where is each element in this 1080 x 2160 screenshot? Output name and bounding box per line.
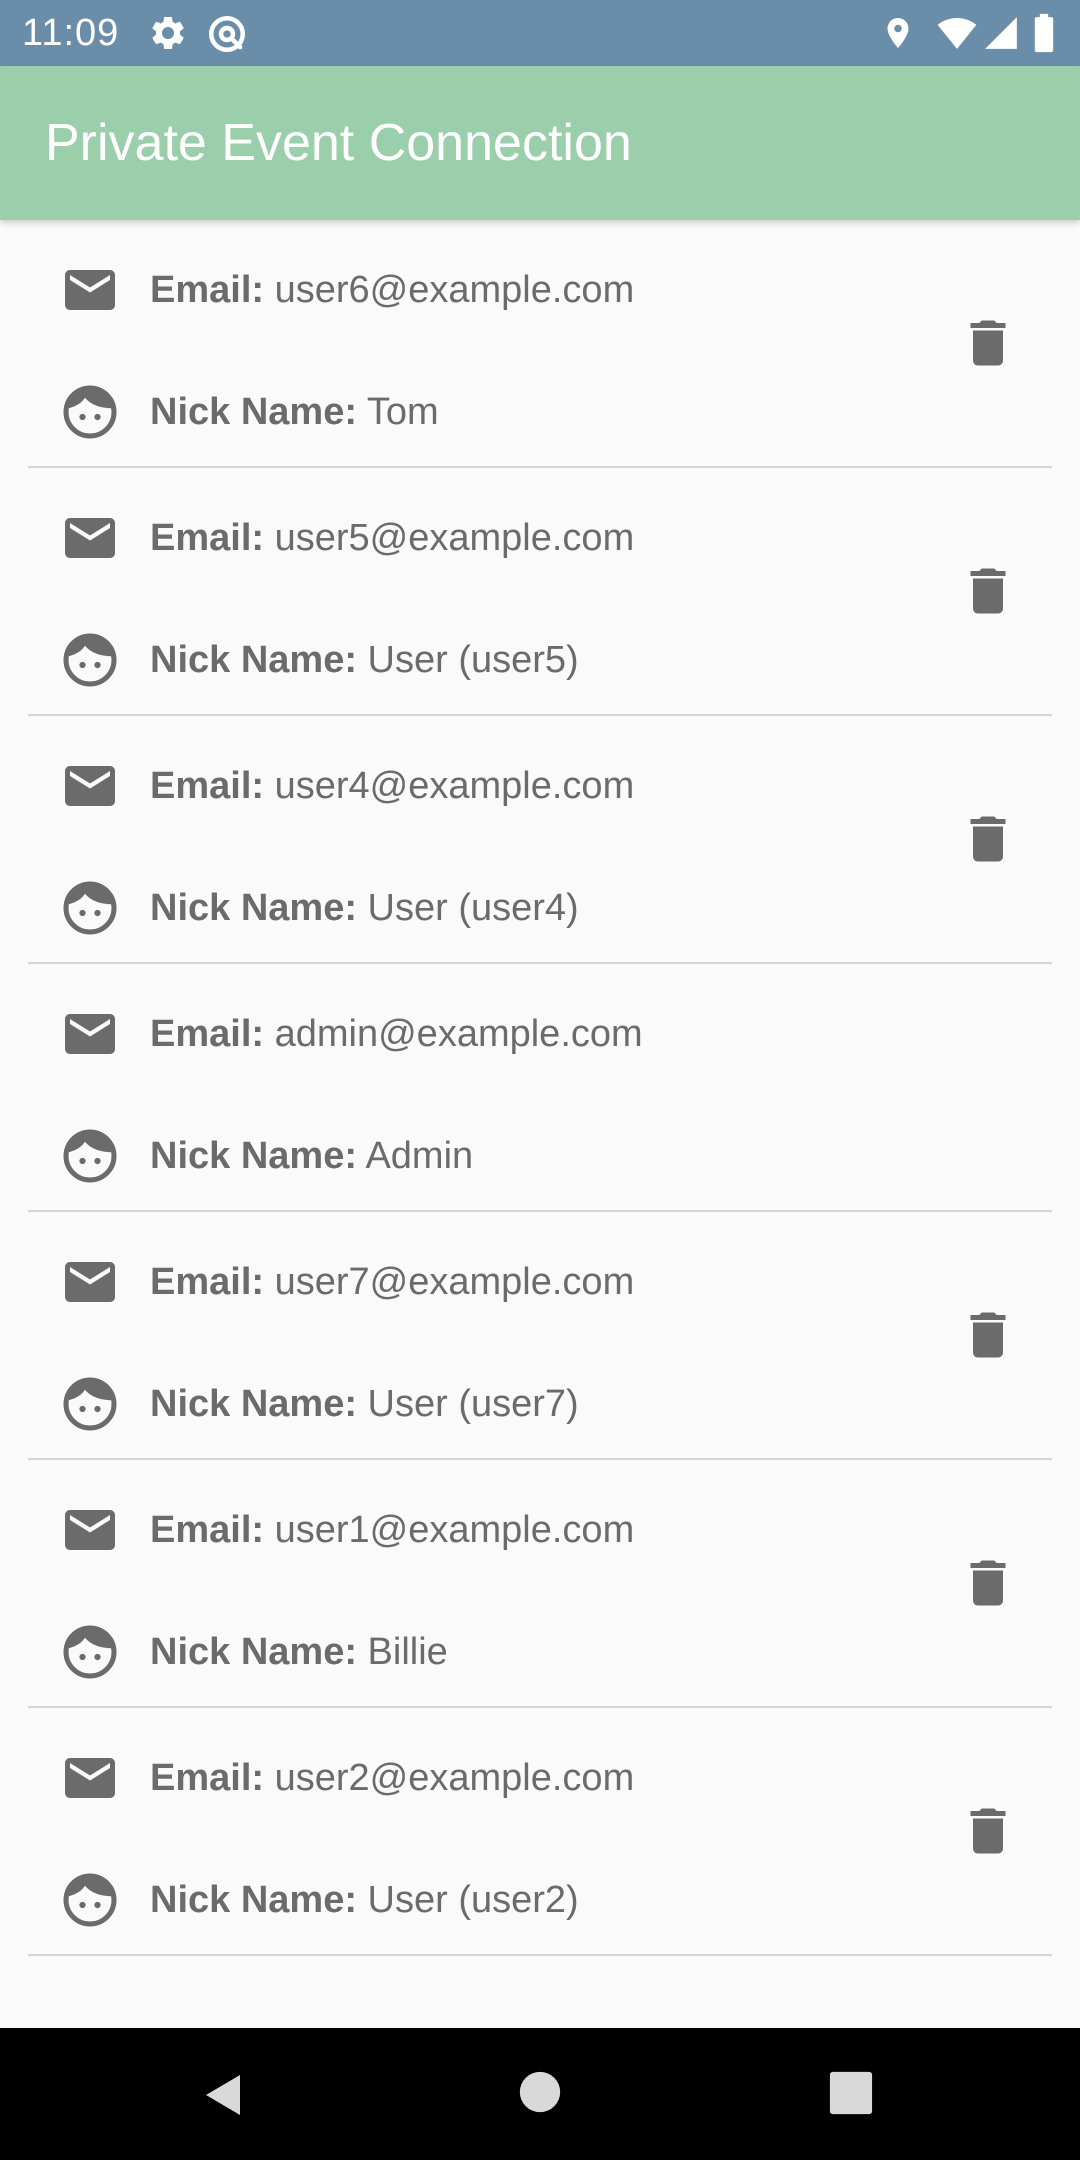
- delete-button[interactable]: [958, 1303, 1018, 1367]
- list-item[interactable]: Email: user2@example.com Nick Name: User…: [28, 1708, 1052, 1956]
- email-value: user5@example.com: [274, 517, 635, 559]
- wifi-icon: [935, 13, 979, 58]
- face-icon: [60, 1126, 120, 1186]
- list-item[interactable]: Email: user1@example.com Nick Name: Bill…: [28, 1460, 1052, 1708]
- trash-icon: [958, 320, 1018, 379]
- nick-value: User (user4): [367, 887, 579, 929]
- email-label: Email:: [150, 269, 265, 311]
- nick-value: User (user7): [367, 1383, 579, 1425]
- trash-icon: [958, 816, 1018, 875]
- email-icon: [60, 756, 120, 816]
- trash-icon: [958, 568, 1018, 627]
- email-line: Email: user7@example.com: [60, 1252, 940, 1312]
- email-value: user1@example.com: [274, 1509, 635, 1551]
- nick-value: Admin: [365, 1135, 474, 1177]
- status-time: 11:09: [22, 12, 120, 54]
- app-bar: Private Event Connection: [0, 66, 1080, 220]
- nick-label: Nick Name:: [150, 1631, 357, 1673]
- nick-value: User (user5): [367, 639, 579, 681]
- nick-value: Billie: [367, 1631, 448, 1673]
- nick-line: Nick Name: Billie: [60, 1622, 940, 1682]
- delete-button[interactable]: [958, 1799, 1018, 1863]
- nick-line: Nick Name: Tom: [60, 382, 940, 442]
- face-icon: [60, 1374, 120, 1434]
- nick-line: Nick Name: User (user7): [60, 1374, 940, 1434]
- email-line: Email: user2@example.com: [60, 1748, 940, 1808]
- nick-value: User (user2): [367, 1879, 579, 1921]
- list-item[interactable]: Email: user6@example.com Nick Name: Tom: [28, 220, 1052, 468]
- delete-button[interactable]: [958, 311, 1018, 375]
- email-line: Email: user6@example.com: [60, 260, 940, 320]
- email-line: Email: user4@example.com: [60, 756, 940, 816]
- email-value: admin@example.com: [274, 1013, 643, 1055]
- email-value: user4@example.com: [274, 765, 635, 807]
- user-list: Email: user6@example.com Nick Name: Tom: [0, 220, 1080, 2028]
- email-label: Email:: [150, 765, 265, 807]
- nav-bar: [0, 2028, 1080, 2160]
- email-line: Email: user5@example.com: [60, 508, 940, 568]
- email-value: user6@example.com: [274, 269, 635, 311]
- nick-label: Nick Name:: [150, 1383, 357, 1425]
- email-label: Email:: [150, 1757, 265, 1799]
- nick-label: Nick Name:: [150, 1135, 357, 1177]
- home-icon[interactable]: [518, 2070, 562, 2119]
- battery-icon: [1032, 13, 1056, 58]
- delete-button[interactable]: [958, 807, 1018, 871]
- trash-icon: [958, 1312, 1018, 1371]
- face-icon: [60, 630, 120, 690]
- email-line: Email: admin@example.com: [60, 1004, 940, 1064]
- face-icon: [60, 1870, 120, 1930]
- signal-icon: [982, 13, 1020, 58]
- face-icon: [60, 382, 120, 442]
- delete-button[interactable]: [958, 559, 1018, 623]
- nick-line: Nick Name: User (user5): [60, 630, 940, 690]
- recents-icon[interactable]: [828, 2070, 874, 2121]
- nick-line: Nick Name: User (user4): [60, 878, 940, 938]
- status-bar: 11:09: [0, 0, 1080, 66]
- email-label: Email:: [150, 1013, 265, 1055]
- gear-icon: [148, 13, 188, 58]
- list-item[interactable]: Email: user5@example.com Nick Name: User…: [28, 468, 1052, 716]
- email-label: Email:: [150, 1261, 265, 1303]
- nick-line: Nick Name: Admin: [60, 1126, 940, 1186]
- face-icon: [60, 1622, 120, 1682]
- nick-line: Nick Name: User (user2): [60, 1870, 940, 1930]
- email-icon: [60, 508, 120, 568]
- location-icon: [880, 13, 916, 58]
- email-icon: [60, 1004, 120, 1064]
- email-icon: [60, 1252, 120, 1312]
- nick-label: Nick Name:: [150, 391, 357, 433]
- list-item[interactable]: Email: admin@example.com Nick Name: Admi…: [28, 964, 1052, 1212]
- email-label: Email:: [150, 1509, 265, 1551]
- email-icon: [60, 1500, 120, 1560]
- trash-icon: [958, 1560, 1018, 1619]
- email-value: user2@example.com: [274, 1757, 635, 1799]
- email-label: Email:: [150, 517, 265, 559]
- list-item[interactable]: Email: user7@example.com Nick Name: User…: [28, 1212, 1052, 1460]
- nick-label: Nick Name:: [150, 1879, 357, 1921]
- back-icon[interactable]: [200, 2070, 248, 2125]
- email-icon: [60, 260, 120, 320]
- nick-label: Nick Name:: [150, 639, 357, 681]
- page-title: Private Event Connection: [45, 114, 632, 172]
- email-value: user7@example.com: [274, 1261, 635, 1303]
- delete-button[interactable]: [958, 1551, 1018, 1615]
- face-icon: [60, 878, 120, 938]
- list-item[interactable]: Email: user4@example.com Nick Name: User…: [28, 716, 1052, 964]
- email-icon: [60, 1748, 120, 1808]
- trash-icon: [958, 1808, 1018, 1867]
- nick-label: Nick Name:: [150, 887, 357, 929]
- sync-icon: [206, 13, 248, 60]
- email-line: Email: user1@example.com: [60, 1500, 940, 1560]
- nick-value: Tom: [366, 391, 439, 433]
